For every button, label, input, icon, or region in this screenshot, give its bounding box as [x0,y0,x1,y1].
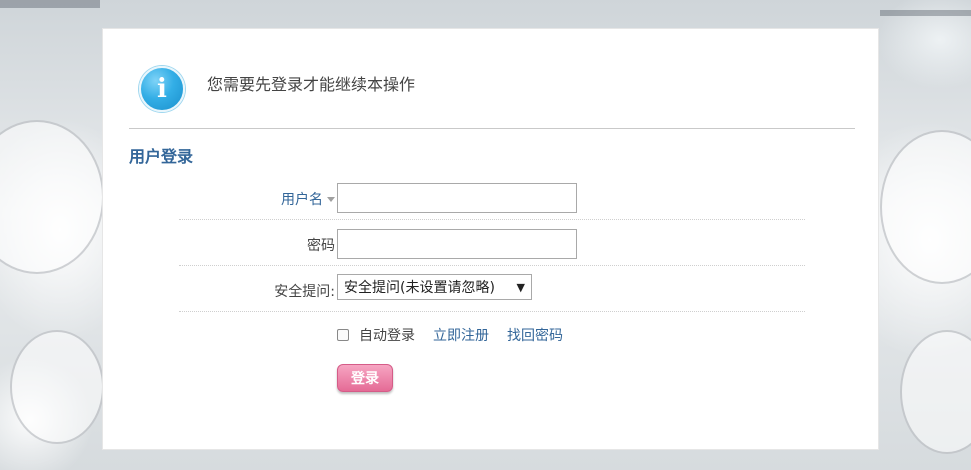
auto-login-label[interactable]: 自动登录 [359,325,415,345]
security-question-select[interactable]: 安全提问(未设置请忽略) ▼ [337,274,532,300]
alert-message: 您需要先登录才能继续本操作 [207,75,416,94]
login-button[interactable]: 登录 [337,364,393,392]
username-label[interactable]: 用户名 [281,189,335,209]
background-shape [0,0,100,8]
login-panel: i 您需要先登录才能继续本操作 用户登录 用户名 密码 安全提问: 安全提问(未… [102,28,879,450]
password-input[interactable] [337,229,577,259]
login-required-alert: i 您需要先登录才能继续本操作 [139,66,415,112]
background-shape [880,10,971,16]
login-form: 用户名 密码 安全提问: 安全提问(未设置请忽略) ▼ [179,174,805,312]
register-link[interactable]: 立即注册 [433,325,489,345]
recover-password-link[interactable]: 找回密码 [507,325,563,345]
auto-login-checkbox[interactable] [337,329,349,341]
security-question-row: 安全提问: 安全提问(未设置请忽略) ▼ [179,266,805,312]
background-shape [880,130,971,284]
background-shape [10,330,104,444]
chevron-down-icon[interactable] [327,196,335,202]
background-shape [900,330,971,454]
section-title: 用户登录 [129,147,194,166]
username-row: 用户名 [179,174,805,220]
security-question-label: 安全提问: [274,284,335,300]
login-options: 自动登录 立即注册 找回密码 [337,325,563,345]
divider [129,128,855,129]
username-label-text: 用户名 [281,192,323,208]
password-row: 密码 [179,220,805,266]
username-input[interactable] [337,183,577,213]
security-question-selected: 安全提问(未设置请忽略) [344,280,495,296]
password-label: 密码 [307,238,335,254]
chevron-down-icon: ▼ [516,280,525,294]
background-shape [0,120,104,274]
info-icon: i [139,66,185,112]
